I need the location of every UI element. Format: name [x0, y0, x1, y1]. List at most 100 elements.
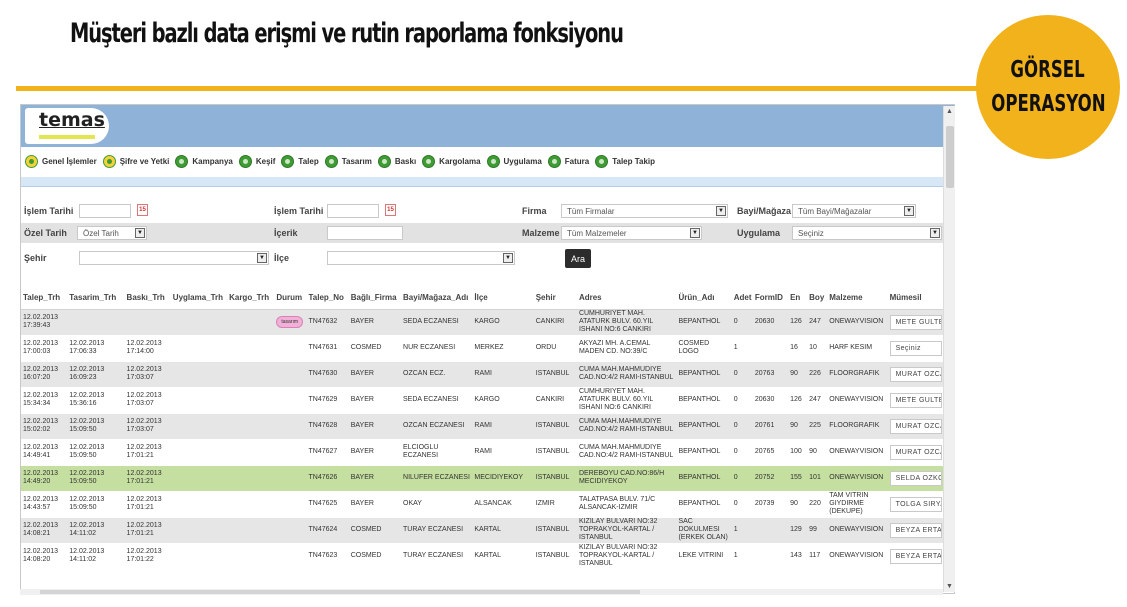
icerik-input[interactable]	[327, 226, 403, 240]
mumesil-select[interactable]: SELDA OZKOK	[889, 470, 942, 486]
table-row[interactable]: 12.02.2013 14:49:20 12.02.2013 15:09:50 12…	[21, 465, 944, 492]
menu-item[interactable]: Keşif	[238, 154, 275, 168]
cell-bayi: TURAY ECZANESI	[401, 543, 473, 570]
column-header[interactable]: FormID	[752, 287, 789, 310]
column-header[interactable]: Uyglama_Trh	[170, 287, 228, 310]
cell-uygulama-trh	[170, 335, 228, 362]
table-row[interactable]: 12.02.2013 14:49:41 12.02.2013 15:09:50 12…	[21, 439, 944, 466]
ilce-select[interactable]: ▼	[327, 251, 515, 265]
cell-en: 100	[788, 439, 808, 466]
column-header[interactable]: Durum	[274, 287, 307, 310]
mumesil-select[interactable]: METE GULTEKIN	[889, 314, 942, 330]
cell-talep-trh: 12.02.2013 14:49:41	[21, 439, 68, 466]
table-row[interactable]: 12.02.2013 15:02:02 12.02.2013 15:09:50 12…	[21, 413, 944, 440]
uygulama-select[interactable]: Seçiniz ▼	[792, 226, 942, 240]
column-header[interactable]: İlçe	[472, 287, 534, 310]
mumesil-select[interactable]: Seçiniz	[889, 340, 942, 356]
horizontal-scrollbar[interactable]	[20, 589, 943, 595]
table-row[interactable]: 12.02.2013 17:00:03 12.02.2013 17:06:33 12…	[21, 335, 944, 362]
menu-item[interactable]: Fatura	[547, 154, 589, 168]
table-row[interactable]: 12.02.2013 16:07:20 12.02.2013 16:09:23 12…	[21, 361, 944, 388]
table-row[interactable]: 12.02.2013 17:39:43 tasarım TN47632 BAYER SE…	[21, 309, 944, 336]
cell-ilce: ALSANCAK	[472, 491, 534, 518]
sehir-label: Şehir	[24, 253, 47, 263]
column-header[interactable]: Malzeme	[827, 287, 888, 310]
scroll-up-icon[interactable]: ▲	[946, 108, 953, 115]
menu-item[interactable]: Talep Takip	[595, 154, 656, 168]
chevron-down-icon[interactable]: ▼	[257, 253, 267, 263]
islem-tarihi-input[interactable]	[79, 204, 131, 218]
cell-durum	[274, 335, 307, 362]
column-header[interactable]: Mümesil	[887, 287, 944, 310]
menu-item[interactable]: Kampanya	[175, 154, 233, 168]
cell-sehir: ORDU	[533, 335, 577, 362]
mumesil-select[interactable]: MURAT OZCAN	[889, 366, 942, 382]
chevron-down-icon[interactable]: ▼	[503, 253, 513, 263]
cell-baski-trh: 12.02.2013 17:01:21	[124, 465, 171, 492]
ozel-tarih-select[interactable]: Özel Tarih ▼	[77, 226, 147, 240]
table-row[interactable]: 12.02.2013 14:43:57 12.02.2013 15:09:50 12…	[21, 491, 944, 518]
vertical-scrollbar[interactable]: ▲ ▼	[943, 106, 955, 592]
chevron-down-icon[interactable]: ▼	[716, 206, 726, 216]
column-header[interactable]: Tasarim_Trh	[67, 287, 125, 310]
menu-item[interactable]: Talep	[281, 154, 319, 168]
mumesil-select[interactable]: MURAT OZCAN	[889, 444, 942, 460]
app-logo[interactable]: temas	[25, 108, 109, 144]
chevron-down-icon[interactable]: ▼	[904, 206, 914, 216]
table-row[interactable]: 12.02.2013 15:34:34 12.02.2013 15:36:16 12…	[21, 387, 944, 414]
menu-item[interactable]: Şifre ve Yetki	[102, 154, 169, 168]
menu-item-label: Talep Takip	[612, 156, 656, 166]
table-header: Talep_Trh Tasarim_Trh Baskı_Trh Uyglama_Trh…	[21, 287, 944, 310]
chevron-down-icon[interactable]: ▼	[930, 228, 940, 238]
scroll-thumb[interactable]	[40, 590, 640, 594]
chevron-down-icon[interactable]: ▼	[690, 228, 700, 238]
cell-boy: 225	[807, 413, 828, 440]
calendar-icon[interactable]: 15	[137, 204, 148, 216]
cell-urun: BEPANTHOL	[676, 387, 732, 414]
cell-baski-trh: 12.02.2013 17:03:07	[124, 387, 171, 414]
check-icon	[486, 154, 500, 168]
menu-item[interactable]: Genel İşlemler	[25, 154, 97, 168]
mumesil-select[interactable]: BEYZA ERTAS	[889, 522, 942, 538]
menu-item[interactable]: Baskı	[377, 154, 416, 168]
column-header[interactable]: Kargo_Trh	[227, 287, 275, 310]
column-header[interactable]: Şehir	[533, 287, 577, 310]
menu-item[interactable]: Kargolama	[422, 154, 481, 168]
chevron-down-icon[interactable]: ▼	[135, 228, 145, 238]
mumesil-select[interactable]: MURAT OZCAN	[889, 418, 942, 434]
cell-baski-trh: 12.02.2013 17:01:21	[124, 491, 171, 518]
scroll-down-icon[interactable]: ▼	[946, 583, 953, 590]
cell-adet: 0	[731, 309, 753, 336]
search-button[interactable]: Ara	[565, 249, 591, 268]
cell-durum	[274, 543, 307, 570]
firma-select[interactable]: Tüm Firmalar ▼	[561, 204, 728, 218]
islem-tarihi-2-input[interactable]	[327, 204, 379, 218]
sehir-select[interactable]: ▼	[79, 251, 269, 265]
column-header[interactable]: Ürün_Adı	[676, 287, 732, 310]
column-header[interactable]: Boy	[807, 287, 828, 310]
column-header[interactable]: Bağlı_Firma	[348, 287, 402, 310]
results-table: Talep_Trh Tasarim_Trh Baskı_Trh Uyglama_Trh…	[21, 287, 944, 570]
bayi-select[interactable]: Tüm Bayi/Mağazalar ▼	[792, 204, 916, 218]
table-row[interactable]: 12.02.2013 14:08:21 12.02.2013 14:11:02 12…	[21, 517, 944, 544]
column-header[interactable]: En	[788, 287, 808, 310]
mumesil-select[interactable]: BEYZA ERTAS	[889, 548, 942, 564]
scroll-thumb[interactable]	[946, 126, 954, 188]
table-row[interactable]: 12.02.2013 14:08:20 12.02.2013 14:11:02 12…	[21, 543, 944, 570]
status-badge[interactable]: tasarım	[276, 316, 304, 328]
cell-en: 16	[788, 335, 808, 362]
cell-tasarim-trh: 12.02.2013 17:06:33	[67, 335, 125, 362]
menu-item[interactable]: Uygulama	[486, 154, 542, 168]
malzeme-select[interactable]: Tüm Malzemeler ▼	[561, 226, 702, 240]
column-header[interactable]: Bayi/Mağaza_Adı	[401, 287, 473, 310]
column-header[interactable]: Talep_No	[306, 287, 349, 310]
mumesil-select[interactable]: TOLGA SIRYAN	[889, 496, 942, 512]
column-header[interactable]: Baskı_Trh	[124, 287, 171, 310]
mumesil-select[interactable]: METE GULTEKIN	[889, 392, 942, 408]
calendar-icon[interactable]: 15	[385, 204, 396, 216]
column-header[interactable]: Talep_Trh	[21, 287, 68, 310]
filter-row-2: Özel Tarih Özel Tarih ▼ İçerik Malzeme T…	[21, 223, 944, 243]
menu-item[interactable]: Tasarım	[324, 154, 372, 168]
column-header[interactable]: Adres	[576, 287, 677, 310]
column-header[interactable]: Adet	[731, 287, 753, 310]
